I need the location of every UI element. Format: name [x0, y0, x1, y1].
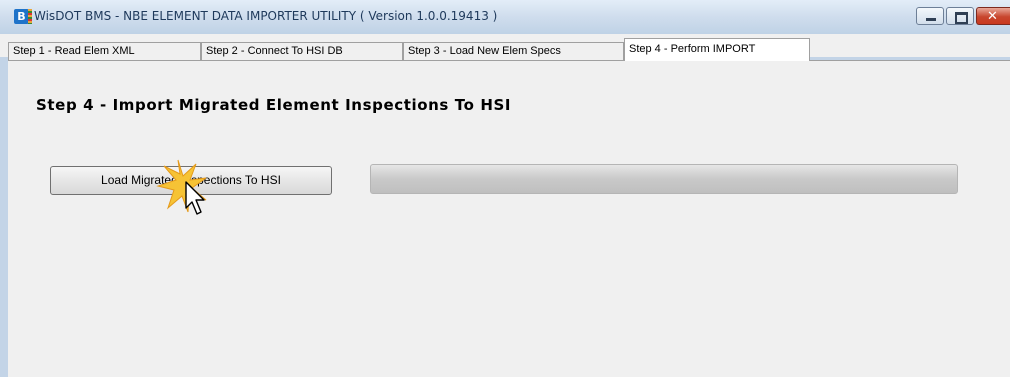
minimize-icon	[926, 18, 936, 21]
close-button[interactable]: ✕	[976, 7, 1010, 25]
maximize-icon	[955, 12, 968, 24]
caption-buttons: ✕	[914, 7, 1010, 27]
maximize-button[interactable]	[946, 7, 974, 25]
page-title: Step 4 - Import Migrated Element Inspect…	[36, 96, 512, 114]
import-progress-bar	[370, 164, 958, 194]
tab-step1[interactable]: Step 1 - Read Elem XML	[8, 42, 201, 60]
minimize-button[interactable]	[916, 7, 944, 25]
app-icon: B	[14, 9, 32, 24]
title-bar[interactable]: B WisDOT BMS - NBE ELEMENT DATA IMPORTER…	[0, 0, 1010, 34]
mouse-pointer-icon	[156, 159, 207, 215]
tab-step2[interactable]: Step 2 - Connect To HSI DB	[201, 42, 403, 60]
tab-step4[interactable]: Step 4 - Perform IMPORT	[624, 38, 810, 61]
tab-step3[interactable]: Step 3 - Load New Elem Specs	[403, 42, 624, 60]
window-title: WisDOT BMS - NBE ELEMENT DATA IMPORTER U…	[34, 9, 498, 23]
close-icon: ✕	[987, 9, 998, 24]
